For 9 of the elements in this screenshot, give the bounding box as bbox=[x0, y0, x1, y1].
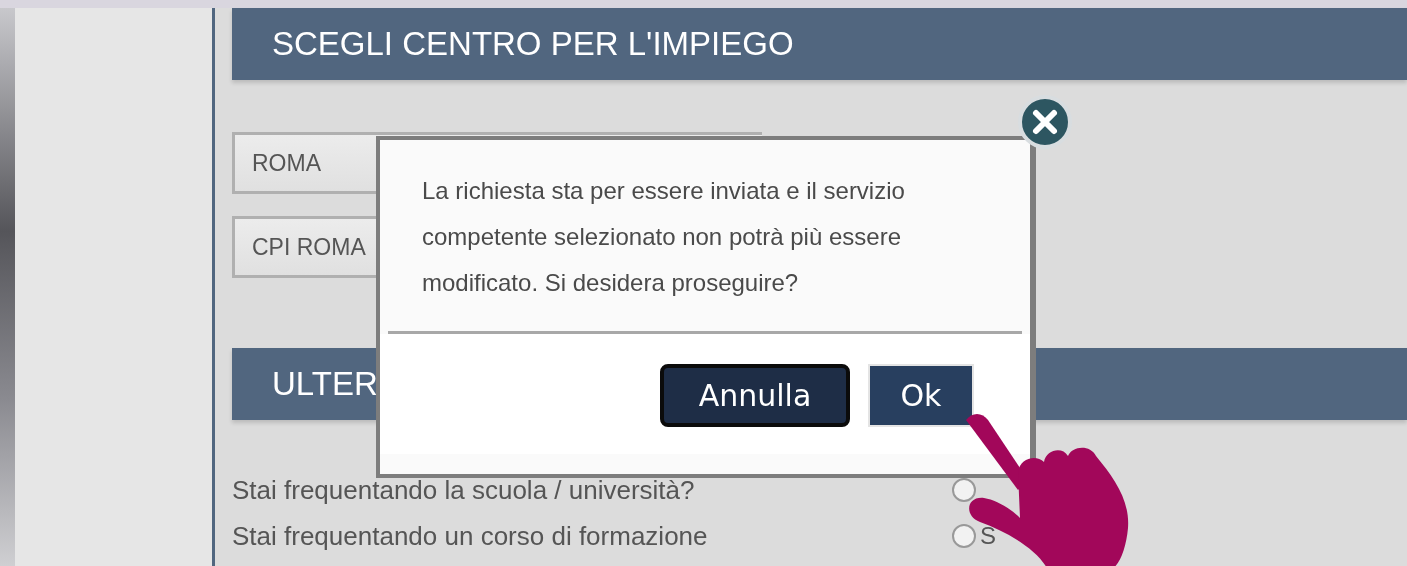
section-header: SCEGLI CENTRO PER L'IMPIEGO bbox=[232, 8, 1407, 80]
question-text: Stai frequentando un corso di formazione bbox=[232, 520, 709, 552]
radio-label: S bbox=[980, 522, 996, 550]
radio-button[interactable] bbox=[952, 478, 976, 502]
question-text: Stai frequentando la scuola / università? bbox=[232, 474, 696, 506]
dialog-message: La richiesta sta per essere inviata e il servizio competente selezionato non potrà più essere modificato. Si desidera proseguire? bbox=[422, 176, 906, 298]
radio-button[interactable] bbox=[952, 524, 976, 548]
dialog-button[interactable]: Ok bbox=[868, 364, 974, 427]
dialog-button[interactable]: Annulla bbox=[660, 364, 850, 427]
